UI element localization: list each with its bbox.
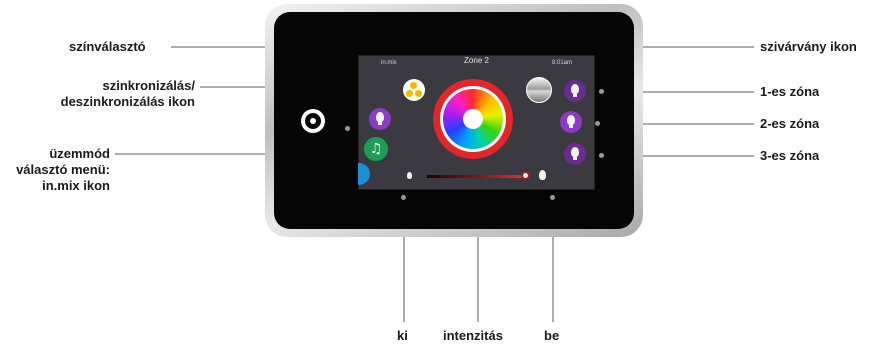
led-zone1 [599, 89, 604, 94]
label-intensity: intenzitás [443, 328, 503, 343]
led-zone3 [599, 153, 604, 158]
label-off: ki [397, 328, 408, 343]
intensity-slider-knob[interactable] [521, 171, 530, 180]
led-on [550, 195, 555, 200]
led-off [401, 195, 406, 200]
label-rainbow: szivárvány ikon [760, 39, 857, 54]
zone3-button[interactable] [564, 143, 586, 165]
power-icon[interactable] [301, 109, 325, 133]
off-bulb-icon[interactable] [407, 172, 412, 179]
screen-time: 8:01am [552, 60, 573, 66]
rainbow-icon[interactable] [526, 77, 552, 103]
music-note-icon[interactable]: ♫ [364, 137, 388, 161]
label-zone3: 3-es zóna [760, 148, 820, 163]
label-sync: szinkronizálás/ deszinkronizálás ikon [60, 78, 195, 109]
on-bulb-icon[interactable] [539, 170, 546, 180]
mode-light-icon[interactable] [369, 108, 391, 130]
label-mode-menu: üzemmód választó menü: in.mix ikon [16, 146, 110, 193]
zone2-button[interactable] [560, 111, 582, 133]
intensity-slider[interactable] [427, 175, 527, 178]
label-zone1: 1-es zóna [760, 84, 820, 99]
color-wheel-center [463, 109, 483, 129]
led-mode [345, 126, 350, 131]
label-color-picker: színválasztó [69, 39, 146, 54]
zone1-button[interactable] [564, 80, 586, 102]
label-zone2: 2-es zóna [760, 116, 820, 131]
sync-icon[interactable] [403, 79, 425, 101]
led-zone2 [595, 121, 600, 126]
label-on: be [544, 328, 560, 343]
